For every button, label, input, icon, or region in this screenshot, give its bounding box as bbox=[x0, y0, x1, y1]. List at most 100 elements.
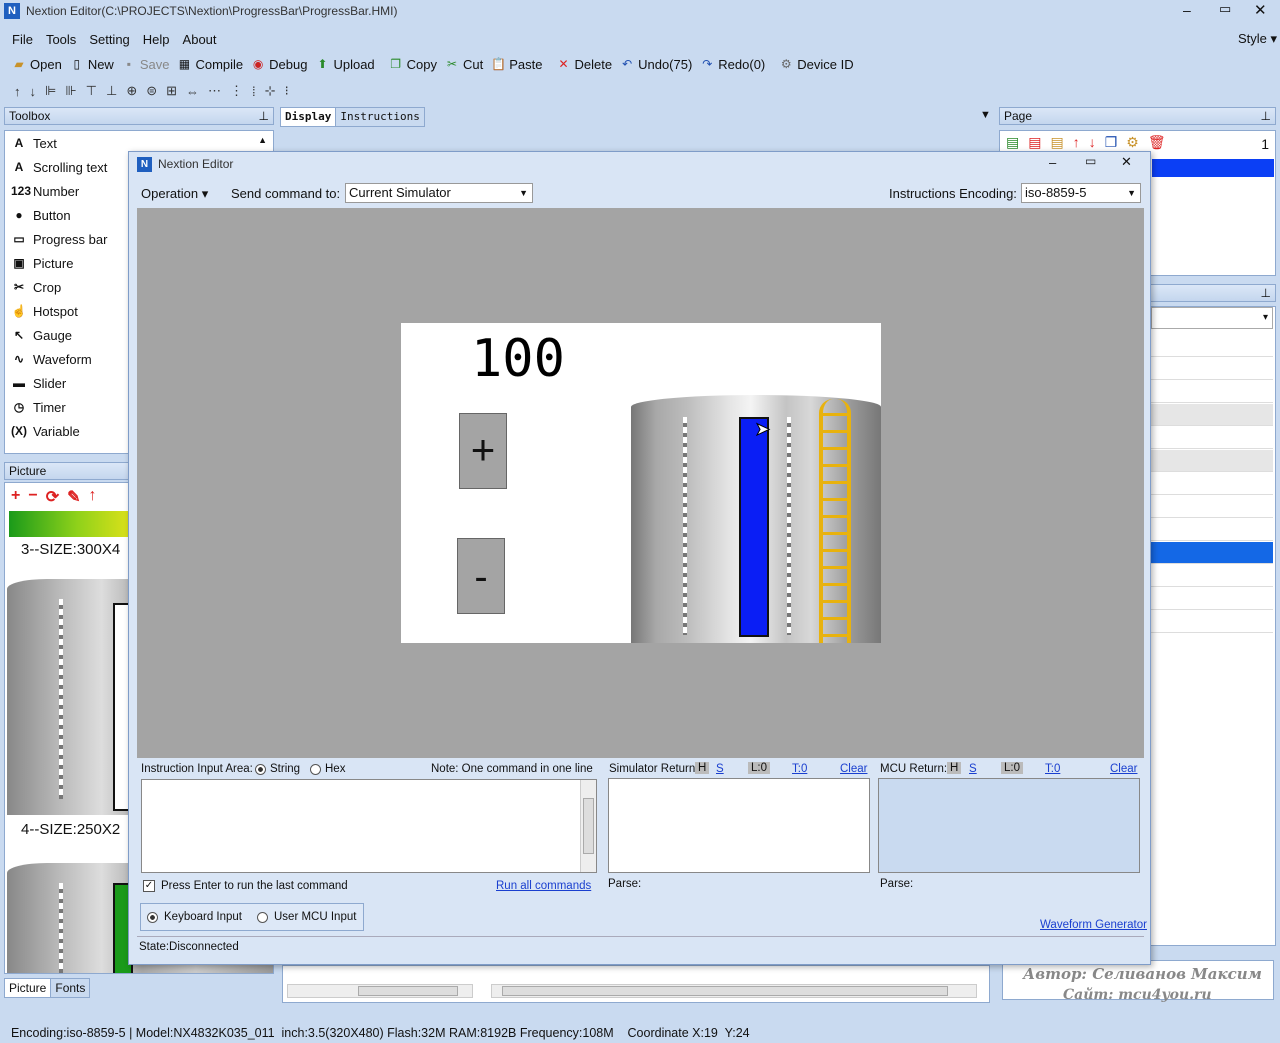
attribute-row[interactable] bbox=[1151, 358, 1273, 380]
undo-button[interactable]: ↶ Undo(75) bbox=[616, 53, 696, 75]
sim-l-button[interactable]: L:0 bbox=[748, 762, 770, 774]
tab-instructions[interactable]: Instructions bbox=[336, 107, 425, 127]
add-page-icon[interactable]: ▤ bbox=[1006, 134, 1019, 151]
minimize-icon[interactable]: – bbox=[1183, 2, 1191, 18]
menu-help[interactable]: Help bbox=[143, 32, 170, 47]
upload-button[interactable]: ⬆ Upload bbox=[311, 53, 378, 75]
same-size-icon[interactable]: ⊞ bbox=[166, 83, 177, 99]
delete-page-icon[interactable]: ▤ bbox=[1028, 134, 1041, 151]
order-icon[interactable]: ⁝ bbox=[285, 83, 289, 99]
tab-fonts[interactable]: Fonts bbox=[51, 978, 91, 998]
attribute-row[interactable] bbox=[1151, 404, 1273, 426]
sim-clear-link[interactable]: Clear bbox=[840, 763, 867, 775]
mcu-t-button[interactable]: T:0 bbox=[1045, 763, 1060, 775]
maximize-icon[interactable]: ▭ bbox=[1219, 1, 1231, 17]
align-left-icon[interactable]: ⊫ bbox=[45, 83, 56, 99]
move-down-icon[interactable]: ↓ bbox=[30, 84, 37, 99]
sim-s-button[interactable]: S bbox=[716, 763, 724, 775]
run-all-commands-link[interactable]: Run all commands bbox=[496, 880, 591, 892]
insert-page-icon[interactable]: ▤ bbox=[1050, 134, 1063, 151]
move-up-icon[interactable]: ↑ bbox=[14, 84, 21, 99]
delete-all-page-icon[interactable]: 🗑 bbox=[1148, 134, 1166, 151]
close-icon[interactable]: ✕ bbox=[1121, 154, 1132, 170]
page-up-icon[interactable]: ↑ bbox=[1073, 134, 1080, 151]
press-enter-checkbox[interactable]: ✓ Press Enter to run the last command bbox=[143, 880, 348, 892]
device-id-button[interactable]: ⚙ Device ID bbox=[775, 53, 857, 75]
arrange-icon[interactable]: ⊹ bbox=[265, 83, 276, 99]
attribute-dropdown[interactable]: ▾ bbox=[1151, 307, 1273, 329]
attribute-row[interactable] bbox=[1151, 427, 1273, 449]
same-width-icon[interactable]: ⇔ bbox=[186, 84, 199, 99]
hex-radio[interactable]: Hex bbox=[310, 763, 345, 775]
string-radio[interactable]: String bbox=[255, 763, 300, 775]
copy-page-icon[interactable]: ❐ bbox=[1105, 134, 1118, 151]
debug-button[interactable]: ◉ Debug bbox=[247, 53, 311, 75]
space-v-icon[interactable]: ⋮ bbox=[230, 83, 243, 99]
progress-bar[interactable] bbox=[739, 417, 769, 637]
menu-about[interactable]: About bbox=[183, 32, 217, 47]
mcu-l-button[interactable]: L:0 bbox=[1001, 762, 1023, 774]
toolbox-scroll-up-icon[interactable]: ▲ bbox=[258, 135, 267, 145]
add-picture-icon[interactable]: + bbox=[11, 487, 20, 507]
user-mcu-input-radio[interactable]: User MCU Input bbox=[257, 911, 356, 923]
remove-picture-icon[interactable]: − bbox=[28, 487, 37, 507]
edit-picture-icon[interactable]: ✎ bbox=[67, 487, 80, 507]
redo-button[interactable]: ↷ Redo(0) bbox=[696, 53, 769, 75]
attribute-row[interactable] bbox=[1151, 496, 1273, 518]
pin-icon[interactable]: ⊥ bbox=[1261, 285, 1271, 301]
v-scrollbar[interactable] bbox=[580, 780, 596, 872]
minus-button[interactable]: - bbox=[457, 538, 505, 614]
center-h-icon[interactable]: ⊕ bbox=[126, 83, 137, 99]
send-command-select[interactable]: Current Simulator ▼ bbox=[345, 183, 533, 203]
mcu-h-button[interactable]: H bbox=[947, 762, 962, 774]
move-up-picture-icon[interactable]: ↑ bbox=[89, 487, 97, 507]
maximize-icon[interactable]: ▭ bbox=[1085, 154, 1096, 168]
attribute-row[interactable] bbox=[1151, 542, 1273, 564]
copy-button[interactable]: ❐ Copy bbox=[385, 53, 441, 75]
mcu-s-button[interactable]: S bbox=[969, 763, 977, 775]
tab-display[interactable]: Display bbox=[280, 107, 337, 127]
compile-button[interactable]: ▦ Compile bbox=[173, 53, 247, 75]
attribute-row[interactable] bbox=[1151, 611, 1273, 633]
attribute-row[interactable] bbox=[1151, 565, 1273, 587]
waveform-generator-link[interactable]: Waveform Generator bbox=[1040, 919, 1147, 931]
operation-menu[interactable]: Operation ▾ bbox=[141, 186, 208, 202]
new-button[interactable]: ▯ New bbox=[66, 53, 118, 75]
h-scrollbar-left[interactable] bbox=[287, 984, 473, 998]
open-button[interactable]: ▰ Open bbox=[8, 53, 66, 75]
attribute-row[interactable] bbox=[1151, 450, 1273, 472]
replace-picture-icon[interactable]: ⟳ bbox=[46, 487, 59, 507]
paste-button[interactable]: 📋 Paste bbox=[487, 53, 546, 75]
pin-icon[interactable]: ⊥ bbox=[1261, 108, 1271, 124]
align-top-icon[interactable]: ⊤ bbox=[86, 83, 97, 99]
menu-file[interactable]: File bbox=[12, 32, 33, 47]
attribute-row[interactable] bbox=[1151, 335, 1273, 357]
h-scrollbar-right[interactable] bbox=[491, 984, 977, 998]
close-icon[interactable]: ✕ bbox=[1254, 1, 1267, 19]
sim-t-button[interactable]: T:0 bbox=[792, 763, 807, 775]
chevron-down-icon[interactable]: ▼ bbox=[980, 109, 991, 121]
mcu-clear-link[interactable]: Clear bbox=[1110, 763, 1137, 775]
cut-button[interactable]: ✂ Cut bbox=[441, 53, 487, 75]
center-v-icon[interactable]: ⊜ bbox=[146, 83, 157, 99]
tab-picture[interactable]: Picture bbox=[4, 978, 52, 998]
instruction-input[interactable] bbox=[141, 779, 597, 873]
delete-button[interactable]: ✕ Delete bbox=[553, 53, 617, 75]
menu-setting[interactable]: Setting bbox=[89, 32, 129, 47]
plus-button[interactable]: + bbox=[459, 413, 507, 489]
encoding-select[interactable]: iso-8859-5 ▼ bbox=[1021, 183, 1141, 203]
minimize-icon[interactable]: – bbox=[1049, 155, 1056, 170]
align-bottom-icon[interactable]: ⊥ bbox=[106, 83, 117, 99]
attribute-row[interactable] bbox=[1151, 519, 1273, 541]
save-button[interactable]: ▪ Save bbox=[118, 53, 174, 75]
attribute-row[interactable] bbox=[1151, 473, 1273, 495]
attribute-row[interactable] bbox=[1151, 588, 1273, 610]
import-page-icon[interactable]: ⚙ bbox=[1126, 134, 1139, 151]
sim-h-button[interactable]: H bbox=[695, 762, 710, 774]
page-down-icon[interactable]: ↓ bbox=[1089, 134, 1096, 151]
menu-style[interactable]: Style ▾ bbox=[1238, 31, 1277, 47]
align-right-icon[interactable]: ⊪ bbox=[65, 83, 76, 99]
keyboard-input-radio[interactable]: Keyboard Input bbox=[147, 911, 242, 923]
menu-tools[interactable]: Tools bbox=[46, 32, 76, 47]
distribute-icon[interactable]: ⁞ bbox=[252, 84, 256, 99]
